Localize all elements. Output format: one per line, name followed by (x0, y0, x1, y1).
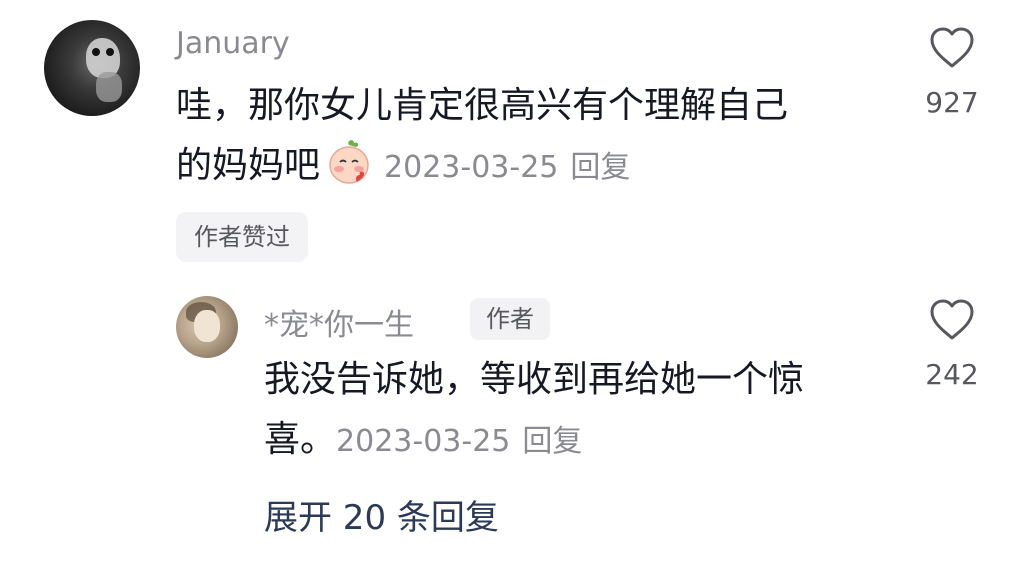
reply-date: 2023-03-25 (336, 424, 511, 459)
commenter-username[interactable]: January (176, 26, 290, 61)
comment-date: 2023-03-25 (384, 150, 559, 185)
expand-replies-button[interactable]: 展开 20 条回复 (264, 490, 499, 539)
replier-username[interactable]: *宠*你一生 (264, 300, 414, 344)
reply-button[interactable]: 回复 (570, 150, 630, 185)
like-count: 927 (925, 86, 979, 119)
like-column: 927 (912, 26, 992, 119)
avatar-figure-body (96, 72, 122, 102)
author-tag: 作者 (470, 298, 550, 340)
avatar-face (194, 310, 220, 342)
shy-peach-emoji-icon (329, 140, 369, 184)
like-column: 242 (912, 298, 992, 391)
reply-button[interactable]: 回复 (522, 424, 582, 459)
author-liked-badge: 作者赞过 (176, 212, 308, 262)
avatar-figure-eye (106, 48, 114, 56)
comment-text-line: 哇，那你女儿肯定很高兴有个理解自己 (176, 85, 789, 126)
reply-text-line: 喜。 (264, 419, 337, 460)
heart-outline-icon[interactable] (928, 298, 976, 342)
replier-avatar[interactable] (176, 296, 238, 358)
commenter-avatar[interactable] (44, 20, 140, 116)
heart-outline-icon[interactable] (928, 26, 976, 70)
reply-text-line-with-meta: 喜。2023-03-25 回复 (264, 406, 582, 476)
like-count: 242 (925, 358, 979, 391)
avatar-figure-eye (92, 48, 100, 56)
comment-text-line-with-meta: 的妈妈吧 2023-03-25 回复 (176, 132, 630, 202)
reply-text-line: 我没告诉她，等收到再给她一个惊 (264, 359, 805, 400)
comment-text-line: 的妈妈吧 (176, 145, 321, 186)
